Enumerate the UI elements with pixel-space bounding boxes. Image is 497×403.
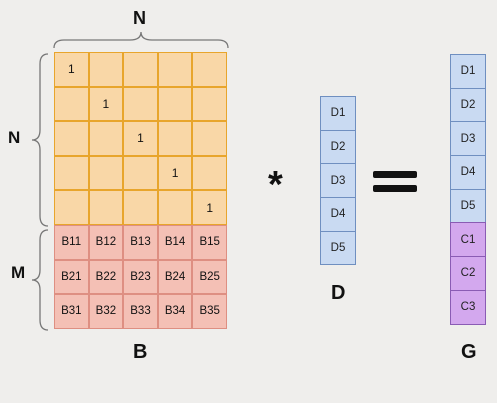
matrix-b-cell: B34 [157,294,193,329]
left-lower-brace [31,229,49,331]
matrix-b-cell: B24 [157,259,193,295]
vector-d-cell: D1 [320,96,356,131]
identity-cell: 1 [123,121,158,156]
vector-g-cell: C1 [450,222,486,258]
vector-d: D1 D2 D3 D4 D5 [320,96,356,266]
identity-cell [192,52,227,87]
matrix-b-cell: B31 [54,294,89,329]
vector-g-cell: D2 [450,87,486,123]
matrix-vector-diagram: N N M 1 1 1 1 1 B11 B12 B13 B14 B15 B21 B22 B23 B24 B2… [0,0,497,403]
identity-cell [123,86,158,122]
identity-cell [88,190,124,225]
identity-cell [54,121,89,156]
vector-g-cell: D3 [450,121,486,157]
matrix-b-cell: B21 [54,259,89,295]
left-upper-brace [31,53,49,227]
vector-g-cell: D4 [450,155,486,190]
identity-cell [88,155,124,191]
identity-cell [123,155,158,191]
vector-d-label: D [331,282,346,304]
identity-cell [88,52,124,87]
matrix-b-cell: B11 [54,224,89,260]
matrix-b-label: B [133,341,148,363]
identity-cell [157,190,193,225]
matrix-b-cell: B22 [88,259,124,295]
matrix-b-cell: B12 [88,224,124,260]
identity-cell [157,121,193,156]
top-brace [53,31,229,49]
matrix-b-cell: B35 [192,294,227,329]
left-m-label: M [11,263,26,282]
matrix-b-cell: B13 [123,224,158,260]
identity-cell: 1 [88,86,124,122]
identity-cell: 1 [192,190,227,225]
matrix-b: 1 1 1 1 1 B11 B12 B13 B14 B15 B21 B22 B23 B24 B25 B31 B3… [54,52,227,329]
vector-g: D1 D2 D3 D4 D5 C1 C2 C3 [450,54,486,325]
matrix-b-cell: B25 [192,259,227,295]
vector-g-label: G [461,341,477,363]
matrix-b-cell: B32 [88,294,124,329]
multiply-symbol: * [268,164,283,206]
matrix-b-cell: B23 [123,259,158,295]
vector-d-cell: D2 [320,129,356,165]
matrix-b-cell: B15 [192,224,227,260]
vector-g-cell: C3 [450,289,486,325]
matrix-b-cell: B14 [157,224,193,260]
identity-cell [192,121,227,156]
vector-g-cell: C2 [450,256,486,291]
vector-d-cell: D3 [320,163,356,199]
identity-cell [123,190,158,225]
identity-cell [192,86,227,122]
identity-cell [192,155,227,191]
vector-g-cell: D5 [450,188,486,224]
vector-g-cell: D1 [450,54,486,89]
identity-cell [123,52,158,87]
identity-cell: 1 [157,155,193,191]
identity-cell [157,86,193,122]
identity-cell [88,121,124,156]
top-n-label: N [133,8,146,28]
identity-cell [54,155,89,191]
identity-cell [54,190,89,225]
vector-d-cell: D5 [320,230,356,266]
identity-cell [54,86,89,122]
identity-cell: 1 [54,52,89,87]
vector-d-cell: D4 [320,197,356,232]
equals-symbol: = [373,171,417,193]
left-n-label: N [8,128,21,147]
identity-cell [157,52,193,87]
matrix-b-cell: B33 [123,294,158,329]
